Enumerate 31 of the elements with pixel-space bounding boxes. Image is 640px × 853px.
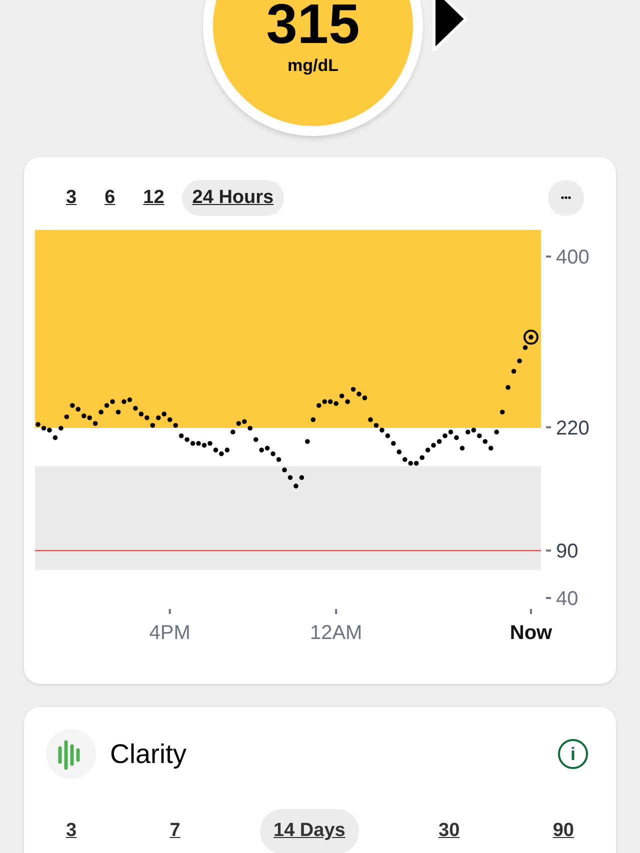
axis-label: 4PM — [149, 622, 190, 644]
tick-mark — [546, 597, 551, 599]
range-tab[interactable]: 24 Hours — [182, 180, 284, 216]
unit-label: mg/dL — [288, 54, 338, 77]
range-tab[interactable]: 6 — [94, 180, 126, 216]
axis-label: 400 — [556, 246, 590, 269]
tick-mark — [530, 609, 532, 614]
tick-mark — [335, 609, 338, 614]
trend-arrow-icon — [432, 0, 470, 52]
axis-label: Now — [510, 622, 552, 644]
tick-mark — [168, 609, 171, 614]
more-button[interactable]: ••• — [548, 180, 584, 216]
axis-label: 220 — [556, 417, 590, 440]
range-tab[interactable]: 14 Days — [260, 809, 360, 853]
clarity-title: Clarity — [110, 738, 187, 771]
range-tab[interactable]: 30 — [424, 809, 474, 853]
axis-label: 40 — [556, 588, 578, 610]
range-tab[interactable]: 7 — [156, 809, 194, 853]
glucose-value: 315 — [266, 0, 360, 52]
axis-label: 90 — [556, 540, 578, 563]
tick-mark — [546, 256, 551, 258]
range-tab[interactable]: 12 — [133, 180, 174, 216]
tick-mark — [546, 426, 551, 428]
range-tab[interactable]: 90 — [538, 809, 588, 853]
current-reading-marker — [524, 330, 538, 345]
range-tab[interactable]: 3 — [56, 180, 87, 216]
axis-label: 12AM — [310, 622, 362, 644]
range-tab[interactable]: 3 — [52, 809, 91, 853]
tick-mark — [546, 550, 551, 552]
info-button[interactable]: i — [558, 739, 588, 769]
bars-icon — [46, 729, 96, 779]
